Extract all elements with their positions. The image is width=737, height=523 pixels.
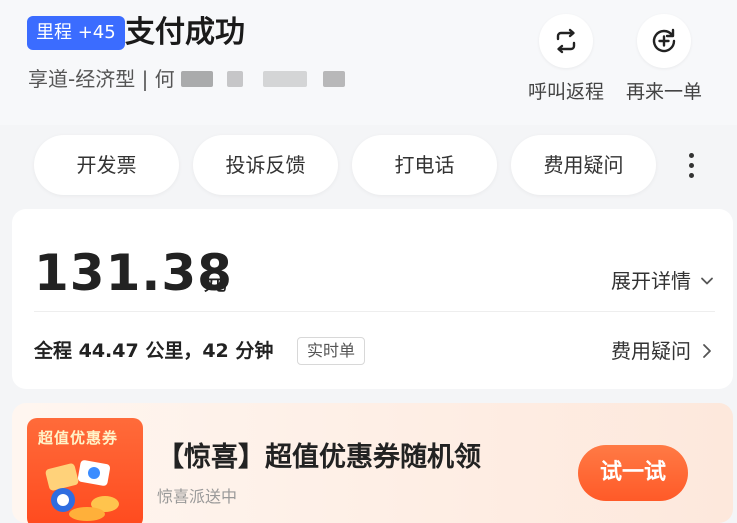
coupon-thumbnail-label: 超值优惠券: [38, 429, 119, 447]
fare-unit: 元: [203, 268, 227, 296]
call-return-trip-label: 呼叫返程: [527, 81, 604, 103]
order-type-tag: 实时单: [297, 337, 366, 365]
divider: [34, 311, 715, 312]
reorder-label: 再来一单: [625, 81, 702, 103]
chevron-down-icon: [701, 277, 713, 285]
fee-question-label: 费用疑问: [611, 339, 691, 363]
repeat-icon: [539, 14, 593, 68]
ride-subtitle: 享道-经济型 | 何: [28, 64, 345, 94]
reorder-icon: [637, 14, 691, 68]
promo-subtitle: 惊喜派送中: [157, 487, 238, 506]
dot: [688, 172, 694, 178]
coupon-promo-card[interactable]: 超值优惠券 【惊喜】超值优惠券随机领 惊喜派送中 试一试: [12, 403, 733, 523]
fare-card: 131.38 元 展开详情 全程 44.47 公里，42 分钟 实时单 费用疑问: [12, 209, 733, 389]
trip-summary: 全程 44.47 公里，42 分钟: [34, 340, 274, 362]
redacted-name-block: [322, 71, 345, 87]
promo-title: 【惊喜】超值优惠券随机领: [157, 442, 481, 473]
expand-details-link[interactable]: 展开详情: [611, 267, 715, 295]
dot: [688, 152, 694, 158]
ride-type-text: 享道-经济型 | 何: [28, 67, 175, 91]
reorder-button[interactable]: 再来一单: [614, 14, 714, 114]
redacted-name-block: [180, 71, 213, 87]
mileage-badge: 里程 +45: [27, 16, 125, 50]
fee-question-link[interactable]: 费用疑问: [611, 337, 715, 365]
dot: [688, 162, 694, 168]
expand-details-label: 展开详情: [611, 269, 691, 293]
order-header: 里程 +45 支付成功 享道-经济型 | 何 呼叫返程 再来一单: [0, 0, 737, 125]
fee-question-button[interactable]: 费用疑问: [511, 135, 656, 195]
redacted-name-block: [226, 71, 243, 87]
chevron-right-icon: [703, 344, 711, 358]
payment-status-title: 支付成功: [125, 15, 245, 50]
complaint-button[interactable]: 投诉反馈: [193, 135, 338, 195]
call-return-trip-button[interactable]: 呼叫返程: [516, 14, 616, 114]
call-button[interactable]: 打电话: [352, 135, 497, 195]
try-coupon-button[interactable]: 试一试: [578, 445, 688, 501]
more-options-icon[interactable]: [677, 145, 705, 185]
invoice-button[interactable]: 开发票: [34, 135, 179, 195]
coupon-illustration-icon: [45, 460, 119, 521]
redacted-name-block: [262, 71, 307, 87]
coupon-thumbnail: 超值优惠券: [27, 418, 143, 523]
